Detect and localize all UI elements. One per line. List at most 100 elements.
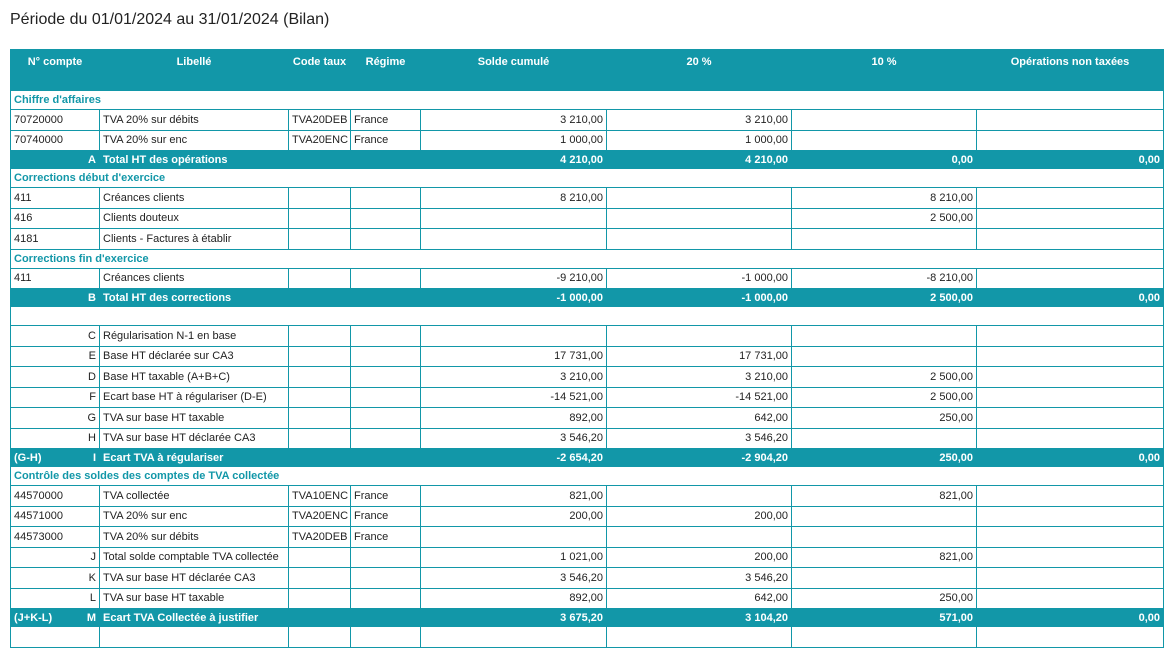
total-10: 571,00: [791, 608, 977, 627]
cell-libelle: TVA 20% sur débits: [99, 526, 289, 548]
table-row[interactable]: F Ecart base HT à régulariser (D-E) -14 …: [10, 386, 1164, 408]
cell-code: TVA20ENC: [288, 505, 351, 527]
cell-10: 821,00: [791, 546, 977, 568]
cell-libelle: Créances clients: [99, 187, 289, 209]
cell-nt: [976, 267, 1164, 289]
cell-code: [288, 267, 351, 289]
cell-nt: [976, 366, 1164, 388]
cell-solde: 892,00: [420, 407, 607, 429]
cell-10: 250,00: [791, 587, 977, 609]
table-row[interactable]: H TVA sur base HT déclarée CA3 3 546,20 …: [10, 427, 1164, 449]
table-row[interactable]: 70720000 TVA 20% sur débits TVA20DEB Fra…: [10, 109, 1164, 131]
section-row: Chiffre d'affaires: [10, 90, 1164, 110]
cell-20: [606, 228, 792, 250]
table-row[interactable]: J Total solde comptable TVA collectée 1 …: [10, 546, 1164, 568]
cell-code: [288, 325, 351, 347]
table-row[interactable]: 44571000 TVA 20% sur enc TVA20ENC France…: [10, 505, 1164, 527]
total-row: (J+K-L) M Ecart TVA Collectée à justifier…: [10, 608, 1164, 627]
cell-regime: France: [350, 505, 421, 527]
table-row[interactable]: 44573000 TVA 20% sur débits TVA20DEB Fra…: [10, 526, 1164, 548]
cell-libelle: Clients - Factures à établir: [99, 228, 289, 250]
total-solde: -2 654,20: [420, 448, 607, 467]
table-row[interactable]: 416 Clients douteux 2 500,00: [10, 207, 1164, 229]
table-row[interactable]: L TVA sur base HT taxable 892,00 642,00 …: [10, 587, 1164, 609]
cell-libelle: [99, 626, 289, 648]
header-regime[interactable]: Régime: [350, 49, 421, 91]
cell-solde: 3 546,20: [420, 567, 607, 589]
cell-letter: C: [10, 325, 100, 347]
total-nt: 0,00: [976, 288, 1164, 307]
cell-code: [288, 187, 351, 209]
header-10[interactable]: 10 %: [791, 49, 977, 91]
total-label: Total HT des corrections: [99, 288, 421, 307]
cell-10: 250,00: [791, 407, 977, 429]
cell-regime: [350, 228, 421, 250]
cell-solde: [420, 526, 607, 548]
cell-10: [791, 129, 977, 151]
cell-solde: 8 210,00: [420, 187, 607, 209]
cell-nt: [976, 386, 1164, 408]
total-20: 4 210,00: [606, 150, 792, 169]
cell-regime: France: [350, 109, 421, 131]
cell-solde: -14 521,00: [420, 386, 607, 408]
header-compte[interactable]: N° compte: [10, 49, 100, 91]
cell-code: TVA20DEB: [288, 109, 351, 131]
cell-letter: K: [10, 567, 100, 589]
cell-code: [288, 546, 351, 568]
cell-regime: [350, 345, 421, 367]
cell-solde: [420, 228, 607, 250]
header-non-taxees[interactable]: Opérations non taxées: [976, 49, 1164, 91]
table-row[interactable]: C Régularisation N-1 en base: [10, 325, 1164, 347]
cell-20: [606, 526, 792, 548]
table-row[interactable]: 411 Créances clients -9 210,00 -1 000,00…: [10, 267, 1164, 289]
cell-regime: [350, 267, 421, 289]
cell-solde: -9 210,00: [420, 267, 607, 289]
cell-libelle: TVA sur base HT déclarée CA3: [99, 427, 289, 449]
cell-code: [288, 407, 351, 429]
total-solde: 4 210,00: [420, 150, 607, 169]
section-title: Corrections début d'exercice: [10, 168, 1164, 188]
cell-20: 17 731,00: [606, 345, 792, 367]
cell-solde: [420, 626, 607, 648]
cell-10: 2 500,00: [791, 207, 977, 229]
spacer-cell: [10, 306, 1164, 326]
cell-libelle: TVA 20% sur enc: [99, 505, 289, 527]
cell-nt: [976, 187, 1164, 209]
cell-regime: [350, 187, 421, 209]
cell-20: [606, 187, 792, 209]
cell-10: 2 500,00: [791, 366, 977, 388]
total-10: 0,00: [791, 150, 977, 169]
cell-letter: D: [10, 366, 100, 388]
table-row[interactable]: [10, 626, 1164, 648]
header-libelle[interactable]: Libellé: [99, 49, 289, 91]
header-code-taux[interactable]: Code taux: [288, 49, 351, 91]
table-row[interactable]: 70740000 TVA 20% sur enc TVA20ENC France…: [10, 129, 1164, 151]
cell-compte: 416: [10, 207, 100, 229]
header-20[interactable]: 20 %: [606, 49, 792, 91]
cell-10: [791, 427, 977, 449]
table-row[interactable]: E Base HT déclarée sur CA3 17 731,00 17 …: [10, 345, 1164, 367]
cell-code: [288, 207, 351, 229]
cell-20: 1 000,00: [606, 129, 792, 151]
cell-code: TVA20DEB: [288, 526, 351, 548]
total-20: -2 904,20: [606, 448, 792, 467]
cell-nt: [976, 109, 1164, 131]
cell-compte: 411: [10, 267, 100, 289]
table-row[interactable]: K TVA sur base HT déclarée CA3 3 546,20 …: [10, 567, 1164, 589]
cell-code: [288, 366, 351, 388]
total-nt: 0,00: [976, 608, 1164, 627]
cell-nt: [976, 407, 1164, 429]
cell-nt: [976, 505, 1164, 527]
header-solde[interactable]: Solde cumulé: [420, 49, 607, 91]
table-row[interactable]: D Base HT taxable (A+B+C) 3 210,00 3 210…: [10, 366, 1164, 388]
cell-letter: F: [10, 386, 100, 408]
cell-20: [606, 485, 792, 507]
cell-regime: France: [350, 485, 421, 507]
table-row[interactable]: 44570000 TVA collectée TVA10ENC France 8…: [10, 485, 1164, 507]
table-row[interactable]: G TVA sur base HT taxable 892,00 642,00 …: [10, 407, 1164, 429]
cell-libelle: TVA 20% sur enc: [99, 129, 289, 151]
cell-libelle: TVA 20% sur débits: [99, 109, 289, 131]
cell-compte: 70720000: [10, 109, 100, 131]
table-row[interactable]: 4181 Clients - Factures à établir: [10, 228, 1164, 250]
table-row[interactable]: 411 Créances clients 8 210,00 8 210,00: [10, 187, 1164, 209]
